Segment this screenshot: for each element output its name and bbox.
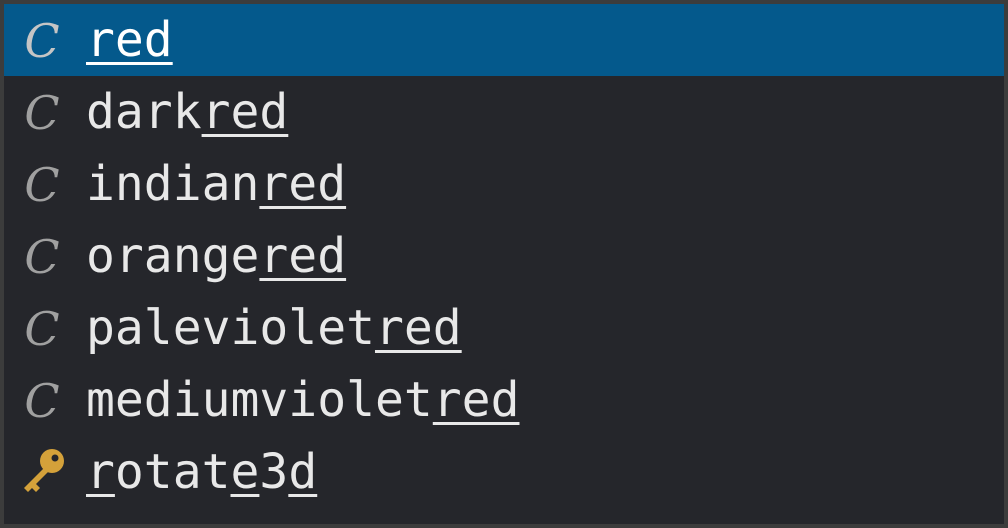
suggestion-item[interactable]: Cpalevioletred (4, 292, 1004, 364)
label-text: indian (86, 156, 260, 212)
suggestion-item[interactable]: Cmediumvioletred (4, 364, 1004, 436)
suggestion-label: mediumvioletred (86, 368, 519, 432)
match-highlight: red (259, 228, 347, 284)
color-value-icon: C (24, 302, 60, 356)
match-highlight: red (86, 12, 173, 68)
label-text: orange (86, 228, 260, 284)
label-text: otat (114, 444, 231, 500)
match-highlight: red (259, 156, 347, 212)
color-value-icon: C (24, 374, 60, 428)
match-highlight: d (288, 444, 318, 500)
color-value-icon: C (24, 14, 60, 68)
color-value-icon: C (24, 230, 60, 284)
suggestion-label: red (86, 8, 173, 72)
match-highlight: r (86, 444, 115, 500)
key-icon (24, 449, 64, 492)
suggestion-item[interactable]: Cindianred (4, 148, 1004, 220)
suggestion-label: orangered (86, 224, 346, 288)
color-value-icon: C (24, 86, 60, 140)
label-text: paleviolet (86, 300, 375, 356)
label-text: 3 (259, 444, 289, 500)
suggestion-popup: Cred Cdarkred Cindianred Corangered Cpalevio… (0, 0, 1008, 528)
suggestion-label: darkred (86, 80, 288, 144)
label-text: dark (86, 84, 202, 140)
color-value-icon: C (24, 158, 60, 212)
suggestion-label: palevioletred (86, 296, 462, 360)
suggestion-item[interactable]: Corangered (4, 220, 1004, 292)
match-highlight: red (201, 84, 289, 140)
match-highlight: e (230, 444, 260, 500)
suggestion-item[interactable]: rotate3d (4, 436, 1004, 508)
match-highlight: red (432, 372, 520, 428)
suggestion-label: indianred (86, 152, 346, 216)
suggestion-list: Cred Cdarkred Cindianred Corangered Cpalevio… (4, 4, 1004, 508)
suggestion-label: rotate3d (86, 440, 317, 504)
match-highlight: red (374, 300, 462, 356)
suggestion-item[interactable]: Cred (4, 4, 1004, 76)
suggestion-item[interactable]: Cdarkred (4, 76, 1004, 148)
label-text: mediumviolet (86, 372, 433, 428)
